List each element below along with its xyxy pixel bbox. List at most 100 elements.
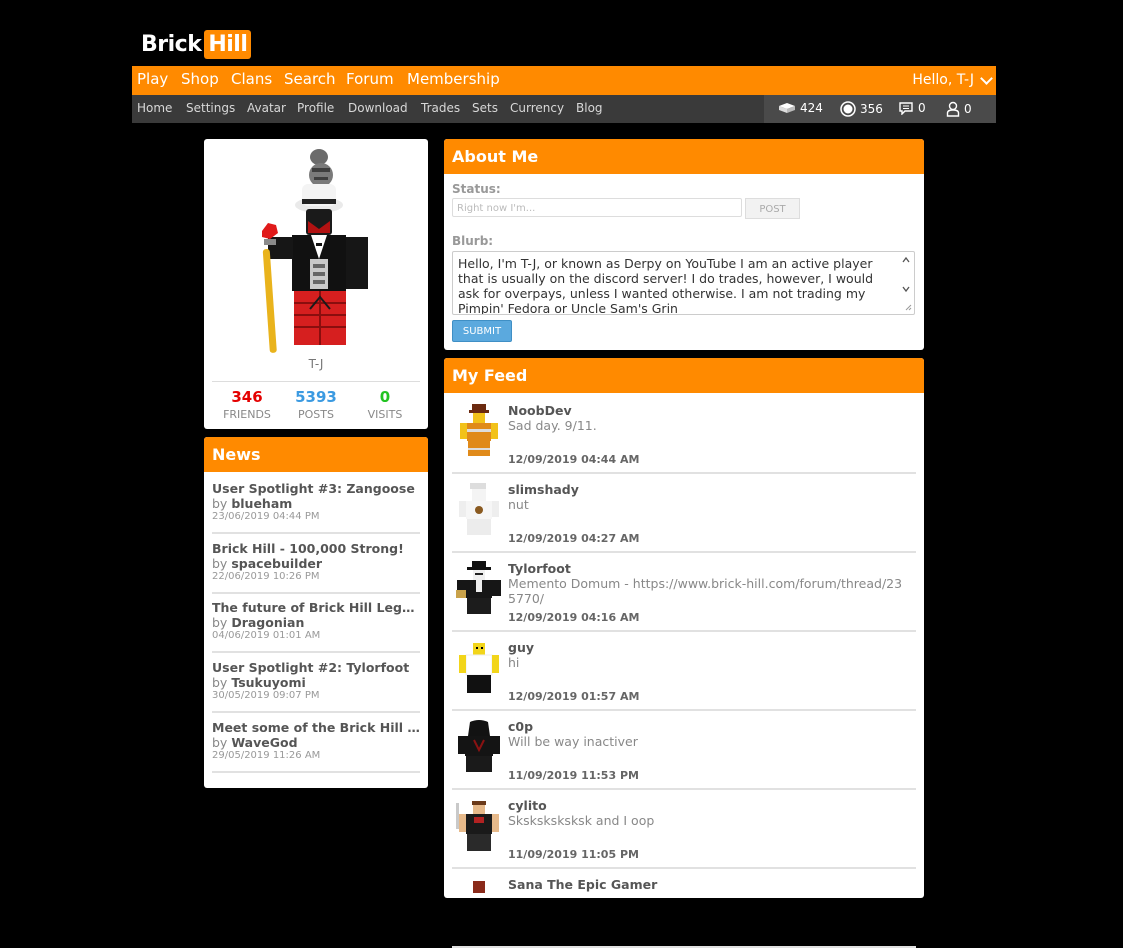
news-item-by: by (212, 556, 228, 571)
news-item-author[interactable]: Tsukuyomi (231, 675, 305, 690)
feed-avatar[interactable] (454, 560, 506, 618)
messages-icon (899, 102, 913, 115)
feed-item-user[interactable]: guy (508, 640, 534, 655)
news-item-title[interactable]: User Spotlight #3: Zangoose (212, 481, 420, 496)
bucks-count: 356 (860, 102, 883, 116)
news-item[interactable]: Meet some of the Brick Hill st... by Wav… (212, 712, 420, 773)
news-item-by: by (212, 735, 228, 750)
feed-avatar[interactable] (454, 481, 506, 539)
feed-item-user[interactable]: Sana The Epic Gamer (508, 877, 657, 892)
subnav-home[interactable]: Home (137, 101, 172, 115)
post-status-button[interactable]: POST (745, 198, 800, 219)
news-card: News User Spotlight #3: Zangoose by blue… (204, 437, 428, 788)
news-item[interactable]: Brick Hill - 100,000 Strong! by spacebui… (212, 533, 420, 594)
news-item-by: by (212, 496, 228, 511)
blurb-label: Blurb: (452, 234, 494, 248)
bucks-stat[interactable]: 356 (840, 101, 883, 117)
visits-label: VISITS (367, 408, 403, 421)
feed-item-date: 11/09/2019 11:05 PM (508, 848, 639, 861)
feed-item-user[interactable]: slimshady (508, 482, 579, 497)
friends-label: FRIENDS (223, 408, 271, 421)
subnav-download[interactable]: Download (348, 101, 408, 115)
status-input[interactable]: Right now I'm... (452, 198, 742, 217)
bucks-icon (840, 101, 856, 117)
feed-item-date: 12/09/2019 04:16 AM (508, 611, 640, 624)
messages-stat[interactable]: 0 (898, 101, 926, 115)
visits-stat: 0 VISITS (350, 388, 420, 421)
chevron-down-icon (980, 71, 993, 85)
news-item-author[interactable]: Dragonian (231, 615, 304, 630)
blurb-text: Hello, I'm T-J, or known as Derpy on You… (458, 256, 874, 315)
news-item-title[interactable]: Brick Hill - 100,000 Strong! (212, 541, 420, 556)
feed-item-message: Memento Domum - https://www.brick-hill.c… (508, 576, 903, 606)
brick-hill-logo[interactable]: Brick Hill (141, 29, 252, 60)
nav-clans[interactable]: Clans (231, 70, 272, 88)
news-item-date: 23/06/2019 04:44 PM (212, 511, 320, 522)
news-item-title[interactable]: The future of Brick Hill Legacy... (212, 600, 420, 615)
posts-stat[interactable]: 5393 POSTS (281, 388, 351, 421)
subnav-currency[interactable]: Currency (510, 101, 564, 115)
feed-avatar[interactable] (454, 876, 506, 934)
textarea-scrollbar[interactable] (900, 254, 912, 312)
user-icon (946, 101, 960, 117)
nav-play[interactable]: Play (137, 70, 168, 88)
bricks-count: 424 (800, 101, 823, 115)
user-menu[interactable]: Hello, T-J (912, 71, 993, 88)
feed-item: NoobDev Sad day. 9/11. 12/09/2019 04:44 … (452, 395, 916, 474)
feed-avatar[interactable] (454, 402, 506, 460)
my-feed-title: My Feed (444, 358, 924, 393)
feed-item-message: nut (508, 497, 529, 512)
news-item[interactable]: User Spotlight #2: Tylorfoot by Tsukuyom… (212, 652, 420, 713)
feed-item: slimshady nut 12/09/2019 04:27 AM (452, 474, 916, 553)
subnav-blog[interactable]: Blog (576, 101, 603, 115)
feed-item-user[interactable]: NoobDev (508, 403, 572, 418)
avatar[interactable] (242, 147, 392, 357)
subnav-profile[interactable]: Profile (297, 101, 334, 115)
news-item-title[interactable]: Meet some of the Brick Hill st... (212, 720, 420, 735)
nav-shop[interactable]: Shop (181, 70, 219, 88)
news-item-by: by (212, 675, 228, 690)
subnav-avatar[interactable]: Avatar (247, 101, 286, 115)
posts-label: POSTS (298, 408, 334, 421)
main-nav: Play Shop Clans Search Forum Membership … (132, 66, 996, 95)
friends-count: 346 (231, 388, 263, 406)
feed-item: Tylorfoot Memento Domum - https://www.br… (452, 553, 916, 632)
sub-nav: Home Settings Avatar Profile Download Tr… (132, 95, 996, 123)
nav-forum[interactable]: Forum (346, 70, 394, 88)
about-me-card: About Me Status: Right now I'm... POST B… (444, 139, 924, 350)
news-item-author[interactable]: blueham (231, 496, 292, 511)
friends-stat[interactable]: 346 FRIENDS (212, 388, 282, 421)
blurb-textarea[interactable]: Hello, I'm T-J, or known as Derpy on You… (452, 251, 915, 315)
bricks-icon (779, 103, 795, 113)
feed-item-date: 12/09/2019 01:57 AM (508, 690, 640, 703)
visits-count: 0 (379, 388, 391, 406)
profile-divider (212, 381, 420, 382)
feed-avatar[interactable] (454, 639, 506, 697)
feed-avatar[interactable] (454, 718, 506, 776)
news-item[interactable]: User Spotlight #3: Zangoose by blueham 2… (212, 473, 420, 534)
subnav-trades[interactable]: Trades (421, 101, 460, 115)
subnav-settings[interactable]: Settings (186, 101, 235, 115)
news-item-date: 22/06/2019 10:26 PM (212, 571, 320, 582)
news-item-date: 29/05/2019 11:26 AM (212, 750, 321, 761)
status-label: Status: (452, 182, 501, 196)
news-item-author[interactable]: WaveGod (231, 735, 297, 750)
nav-membership[interactable]: Membership (407, 70, 500, 88)
profile-username: T-J (308, 357, 324, 371)
news-item[interactable]: The future of Brick Hill Legacy... by Dr… (212, 592, 420, 653)
user-greeting: Hello, T-J (912, 72, 974, 88)
feed-item-message: hi (508, 655, 520, 670)
news-item-author[interactable]: spacebuilder (231, 556, 322, 571)
nav-search[interactable]: Search (284, 70, 336, 88)
feed-item-user[interactable]: Tylorfoot (508, 561, 571, 576)
profile-card: T-J 346 FRIENDS 5393 POSTS 0 VISITS (204, 139, 428, 429)
submit-blurb-button[interactable]: SUBMIT (452, 320, 512, 342)
feed-avatar[interactable] (454, 797, 506, 855)
feed-item-user[interactable]: c0p (508, 719, 533, 734)
news-item-title[interactable]: User Spotlight #2: Tylorfoot (212, 660, 420, 675)
subnav-sets[interactable]: Sets (472, 101, 498, 115)
bricks-stat[interactable]: 424 (778, 101, 823, 115)
feed-item-message: Sksksksksksk and I oop (508, 813, 655, 828)
feed-item-user[interactable]: cylito (508, 798, 547, 813)
friend-requests-stat[interactable]: 0 (946, 101, 972, 117)
